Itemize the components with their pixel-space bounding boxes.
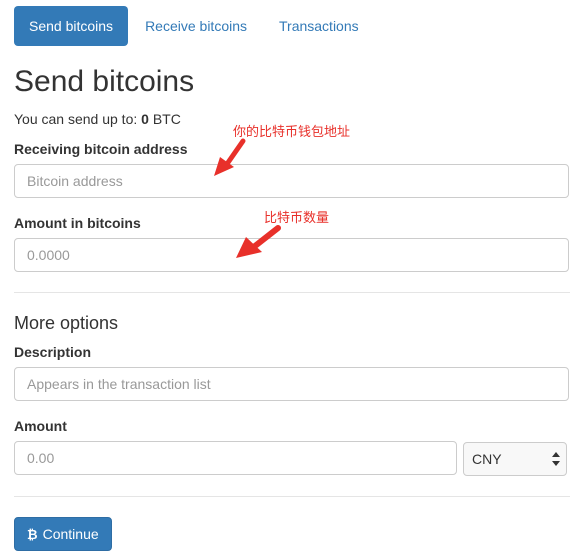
description-placeholder: Appears in the transaction list: [27, 376, 211, 392]
bitcoin-icon: ₿: [27, 526, 38, 542]
currency-value: CNY: [472, 451, 502, 467]
continue-button[interactable]: ₿ Continue: [14, 517, 112, 551]
divider: [14, 292, 570, 293]
description-input[interactable]: Appears in the transaction list: [14, 367, 569, 401]
divider-bottom: [14, 496, 570, 497]
description-label: Description: [14, 344, 92, 360]
amount-fiat-input[interactable]: 0.00: [14, 441, 457, 475]
amount-fiat-placeholder: 0.00: [27, 450, 55, 466]
more-options-title: More options: [14, 313, 119, 333]
amount-label: Amount: [14, 418, 67, 434]
select-arrows-icon: [552, 452, 560, 466]
currency-select[interactable]: CNY: [463, 442, 567, 476]
continue-label: Continue: [42, 526, 99, 542]
